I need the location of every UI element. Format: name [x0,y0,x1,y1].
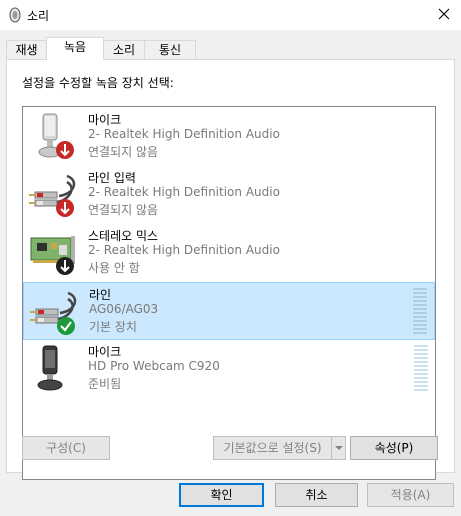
close-icon [438,8,450,20]
tab-label: 녹음 [63,40,87,54]
device-description: 2- Realtek High Definition Audio [88,185,280,199]
rca-cable-icon [29,174,76,217]
ok-button[interactable]: 확인 [179,483,264,507]
device-name: 마이크 [88,345,122,359]
tab-label: 소리 [112,43,136,57]
properties-button[interactable]: 속성(P) [350,436,438,460]
level-meter [414,345,428,391]
tab-label: 통신 [158,43,182,57]
tab-recording[interactable]: 녹음 [46,37,104,60]
device-status: 기본 장치 [89,320,137,334]
webcam-microphone-icon [37,345,63,391]
device-description: 2- Realtek High Definition Audio [88,127,280,141]
cancel-button[interactable]: 취소 [275,483,358,507]
sound-card-icon [30,236,75,275]
device-status: 사용 안 함 [88,261,140,275]
window-title: 소리 [27,9,50,23]
button-label: 구성(C) [46,441,86,455]
recording-panel: 설정을 수정할 녹음 장치 선택: 마이크 2- Realtek High De… [6,59,455,480]
device-item-line[interactable]: 라인 AG06/AG03 기본 장치 [23,282,435,340]
tab-playback[interactable]: 재생 [6,40,47,60]
set-default-button[interactable]: 기본값으로 설정(S) [213,436,346,460]
button-label: 속성(P) [374,441,414,455]
set-default-dropdown[interactable] [331,437,345,459]
tab-communications[interactable]: 통신 [144,40,196,60]
rca-cable-icon [30,291,77,335]
device-status: 준비됨 [88,377,122,391]
microphone-icon [38,113,74,159]
button-label: 확인 [210,488,233,502]
device-description: HD Pro Webcam C920 [88,359,220,373]
speaker-icon [9,7,21,23]
device-name: 스테레오 믹스 [88,229,159,243]
configure-button[interactable]: 구성(C) [22,436,110,460]
device-name: 마이크 [88,113,122,127]
device-description: 2- Realtek High Definition Audio [88,243,280,257]
button-label: 기본값으로 설정(S) [223,441,322,455]
tab-sounds[interactable]: 소리 [103,40,145,60]
device-status: 연결되지 않음 [88,203,159,217]
device-item-line-in[interactable]: 라인 입력 2- Realtek High Definition Audio 연… [23,166,435,224]
level-meter [413,288,427,334]
title-bar: 소리 [0,0,461,30]
button-label: 적용(A) [390,488,431,502]
device-item-webcam-microphone[interactable]: 마이크 HD Pro Webcam C920 준비됨 [23,340,435,398]
device-item-stereo-mix[interactable]: 스테레오 믹스 2- Realtek High Definition Audio… [23,224,435,282]
device-name: 라인 입력 [88,171,136,185]
tab-label: 재생 [15,43,38,57]
close-button[interactable] [427,0,461,28]
device-description: AG06/AG03 [89,302,159,316]
instruction-label: 설정을 수정할 녹음 장치 선택: [22,76,174,90]
device-list[interactable]: 마이크 2- Realtek High Definition Audio 연결되… [22,106,436,480]
button-label: 취소 [305,488,328,502]
chevron-down-icon [334,446,343,450]
device-name: 라인 [89,288,112,302]
device-item-microphone[interactable]: 마이크 2- Realtek High Definition Audio 연결되… [23,108,435,166]
apply-button[interactable]: 적용(A) [367,483,454,507]
device-status: 연결되지 않음 [88,145,159,159]
